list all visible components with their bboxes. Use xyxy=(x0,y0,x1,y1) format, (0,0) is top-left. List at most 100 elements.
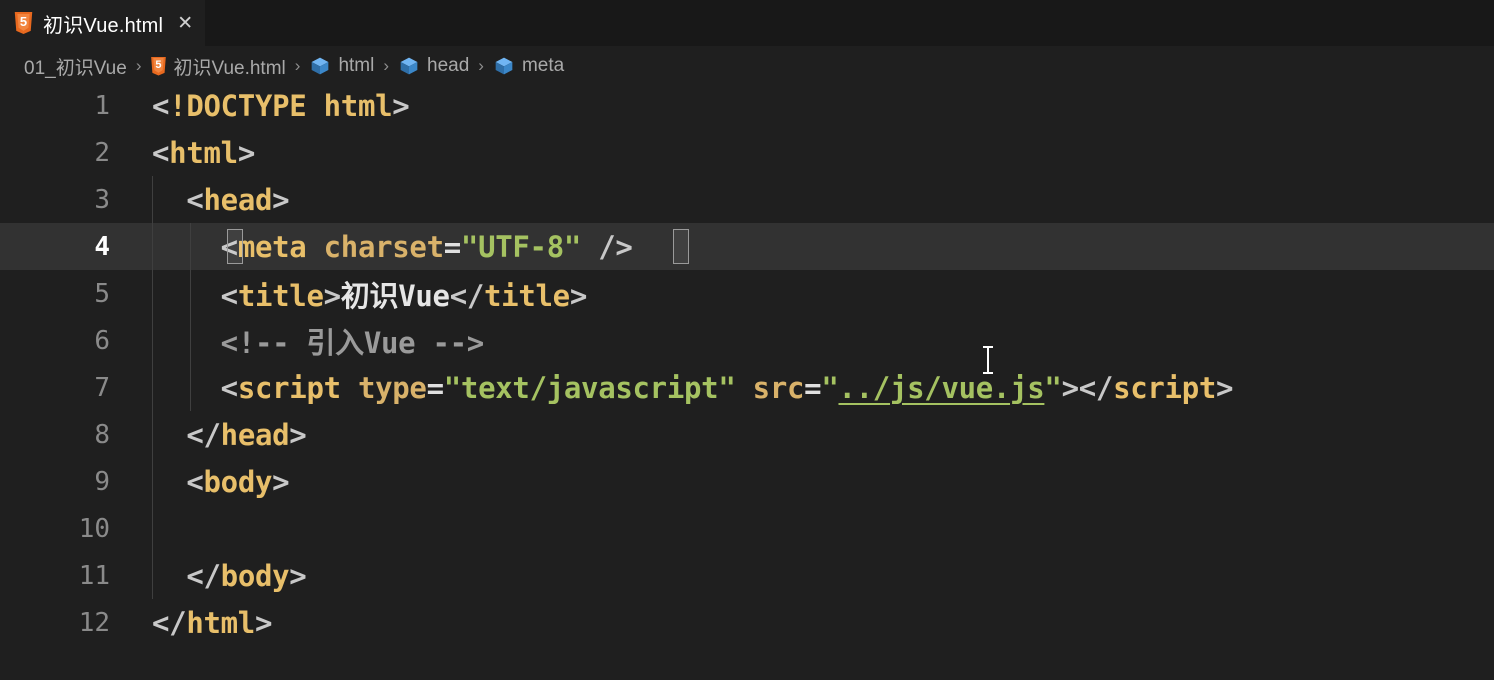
code-line[interactable]: 7 <script type="text/javascript" src="..… xyxy=(0,364,1494,411)
code-token-punct: > xyxy=(237,135,255,170)
breadcrumb-separator: › xyxy=(135,56,142,75)
code-token-text: 初识Vue xyxy=(340,278,450,313)
code-token-punct: > xyxy=(1061,370,1079,405)
editor-tab[interactable]: 5 初识Vue.html ✕ xyxy=(0,0,206,46)
breadcrumb-separator: › xyxy=(478,56,484,75)
code-token-punct xyxy=(306,89,323,123)
code-token-punct xyxy=(152,279,221,313)
code-editor[interactable]: 1 <!DOCTYPE html> 2 <html> 3 <head> 4 <meta c… xyxy=(0,86,1494,680)
breadcrumb-item-head[interactable]: head xyxy=(398,55,469,77)
code-token-punct: > xyxy=(323,278,341,313)
line-number: 6 xyxy=(94,325,110,356)
code-token-tag: head xyxy=(203,182,273,217)
code-token-punct: < xyxy=(152,135,170,170)
breadcrumb-item-folder[interactable]: 01_初识Vue xyxy=(24,53,127,80)
code-token-tag: html xyxy=(169,135,238,170)
breadcrumb: 01_初识Vue › 5 初识Vue.html › html › head › … xyxy=(0,46,1494,86)
code-line[interactable]: 11 </body> xyxy=(0,552,1494,599)
code-token-attr: src xyxy=(752,370,805,405)
line-number: 12 xyxy=(78,607,110,638)
breadcrumb-label: 初识Vue.html xyxy=(173,57,286,79)
code-token-punct: > xyxy=(272,182,290,217)
breadcrumb-label: 01_初识Vue xyxy=(24,57,127,79)
code-line[interactable]: 5 <title>初识Vue</title> xyxy=(0,270,1494,317)
breadcrumb-label: html xyxy=(338,55,375,76)
code-line[interactable]: 10 xyxy=(0,505,1494,552)
code-token-punct: < xyxy=(220,370,238,405)
breadcrumb-label: head xyxy=(427,55,470,76)
line-number: 1 xyxy=(94,90,110,121)
close-icon[interactable]: ✕ xyxy=(177,14,193,33)
bracket-match-highlight xyxy=(673,229,689,264)
html5-file-icon: 5 xyxy=(150,56,166,76)
code-text: <title>初识Vue</title> xyxy=(152,273,588,315)
code-token-punct: > xyxy=(289,417,307,452)
code-token-punct xyxy=(341,371,358,405)
code-token-punct xyxy=(152,230,221,264)
code-token-punct: > xyxy=(254,605,273,640)
code-token-tag: script xyxy=(1113,370,1217,405)
line-number: 10 xyxy=(78,513,110,544)
code-line[interactable]: 8 </head> xyxy=(0,411,1494,458)
line-number: 9 xyxy=(94,466,110,497)
line-number: 5 xyxy=(94,278,110,309)
code-token-tag: meta xyxy=(237,229,307,264)
code-token-punct: </ xyxy=(1078,370,1114,405)
line-number: 11 xyxy=(78,560,110,591)
code-token-punct: < xyxy=(220,278,238,313)
symbol-cube-icon xyxy=(495,57,513,75)
code-token-punct: > xyxy=(569,278,587,313)
code-token-eq: = xyxy=(443,229,461,264)
code-token-punct xyxy=(152,183,186,217)
breadcrumb-item-file[interactable]: 5 初识Vue.html xyxy=(150,53,286,80)
code-line[interactable]: 4 <meta charset="UTF-8" /> xyxy=(0,223,1494,270)
code-line[interactable]: 12 </html> xyxy=(0,599,1494,646)
breadcrumb-item-html[interactable]: html xyxy=(309,55,374,77)
code-text: <!-- 引入Vue --> xyxy=(152,320,485,362)
breadcrumb-label: meta xyxy=(521,55,565,76)
code-line[interactable]: 3 <head> xyxy=(0,176,1494,223)
code-token-attr: type xyxy=(357,370,427,405)
code-line[interactable]: 1 <!DOCTYPE html> xyxy=(0,86,1494,129)
bracket-match-highlight xyxy=(227,229,243,264)
code-token-punct: < xyxy=(186,182,204,217)
code-token-tag: html xyxy=(186,605,255,640)
code-text: </head> xyxy=(152,418,306,452)
code-token-tag: body xyxy=(203,464,273,499)
line-number: 8 xyxy=(94,419,110,450)
code-token-punct xyxy=(735,371,752,405)
editor-tab-label: 初识Vue.html xyxy=(43,14,164,37)
code-token-link[interactable]: ../js/vue.js xyxy=(838,371,1044,405)
code-token-punct: > xyxy=(1216,370,1234,405)
code-token-string: " xyxy=(1044,370,1062,405)
code-line[interactable]: 6 <!-- 引入Vue --> xyxy=(0,317,1494,364)
symbol-cube-icon xyxy=(312,57,329,75)
code-token-punct xyxy=(152,326,221,360)
code-token-tag: script xyxy=(237,370,341,405)
code-line[interactable]: 2 <html> xyxy=(0,129,1494,176)
code-text: <script type="text/javascript" src="../j… xyxy=(152,370,1234,405)
vscode-editor-window: 5 初识Vue.html ✕ 01_初识Vue › 5 初识Vue.html › xyxy=(0,0,1494,680)
breadcrumb-separator: › xyxy=(294,56,301,75)
breadcrumb-separator: › xyxy=(383,56,390,75)
code-text: <head> xyxy=(152,183,289,217)
code-text: <html> xyxy=(152,136,255,170)
code-token-tag: body xyxy=(220,558,290,593)
code-token-punct: < xyxy=(186,464,204,499)
code-token-tag: !DOCTYPE xyxy=(169,88,307,123)
code-token-punct: </ xyxy=(449,278,485,313)
code-token-punct: </ xyxy=(152,605,187,640)
code-token-punct: > xyxy=(289,558,307,593)
code-line[interactable]: 9 <body> xyxy=(0,458,1494,505)
code-token-string: " xyxy=(821,370,839,405)
code-text: </html> xyxy=(152,606,272,640)
breadcrumb-item-meta[interactable]: meta xyxy=(493,55,564,77)
code-token-punct xyxy=(581,230,598,264)
code-token-eq: = xyxy=(426,370,444,405)
symbol-cube-icon xyxy=(400,57,418,75)
code-token-punct xyxy=(152,559,186,593)
code-token-tag: title xyxy=(484,278,570,313)
line-number: 4 xyxy=(94,231,110,262)
code-token-tag: title xyxy=(237,278,324,313)
text-ibeam-cursor xyxy=(983,346,993,374)
